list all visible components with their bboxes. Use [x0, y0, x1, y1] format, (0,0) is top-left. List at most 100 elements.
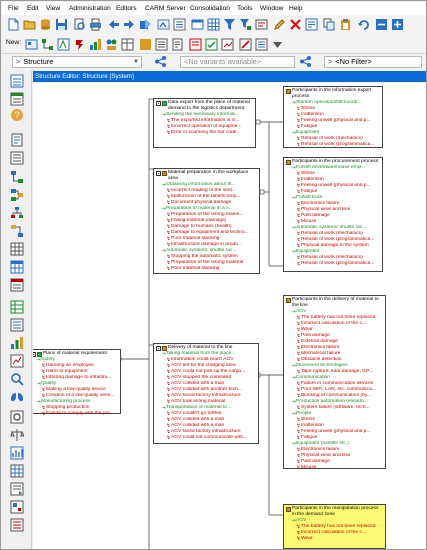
node-data-export[interactable]: Data export from the place of material d…	[153, 98, 256, 148]
undo-icon[interactable]	[357, 18, 370, 31]
menu-administration[interactable]: Administration	[69, 2, 111, 15]
sidebar-overview-icon[interactable]	[10, 500, 24, 514]
structure-select[interactable]: > Structure ▼	[12, 56, 142, 68]
node-procurement-participants[interactable]: Participants in the procurement process …	[283, 157, 383, 272]
sidebar-list-icon[interactable]	[10, 151, 24, 165]
menu-editors[interactable]: Editors	[116, 2, 137, 15]
sidebar-table-icon[interactable]	[10, 92, 24, 106]
collapse-toggle-icon[interactable]	[156, 170, 161, 176]
database-icon[interactable]	[39, 18, 52, 31]
node-delivery-participants[interactable]: Participants in the delivery of material…	[283, 295, 386, 471]
collapse-toggle-icon[interactable]	[33, 351, 36, 357]
variants-menu-icon[interactable]	[299, 55, 312, 68]
menu-help[interactable]: Help	[289, 2, 303, 15]
sidebar-chart-icon[interactable]	[10, 336, 24, 350]
tree-expand-icon[interactable]	[255, 18, 268, 31]
new-document-icon[interactable]	[7, 18, 20, 31]
window-icon[interactable]	[191, 18, 204, 31]
sidebar-report-icon[interactable]	[10, 278, 24, 292]
new-arrow-down-icon[interactable]	[271, 38, 284, 51]
structure-canvas[interactable]: Place of material requirement ⇥ Safety ↯ Ha…	[33, 83, 426, 549]
back-arrow-icon[interactable]	[107, 18, 120, 31]
collapse-toggle-icon[interactable]	[156, 100, 161, 106]
variants-select[interactable]: <No variants available>	[180, 56, 295, 68]
sidebar-flow-icon[interactable]	[10, 224, 24, 238]
grid-icon[interactable]	[207, 18, 220, 31]
new-action-icon[interactable]	[205, 38, 218, 51]
effect-row[interactable]: ↯ Error in scanning the bar code...	[154, 130, 255, 136]
effect-row[interactable]: ↯ AGV could not communicate with...	[154, 435, 258, 441]
new-table-icon[interactable]	[121, 38, 134, 51]
sidebar-hierarchy-icon[interactable]	[10, 206, 24, 220]
sidebar-lungs-icon[interactable]	[10, 390, 24, 404]
node-info-export-participants[interactable]: Participants in the information export p…	[283, 86, 383, 148]
new-document-element-icon[interactable]	[171, 38, 184, 51]
new-structure-element-icon[interactable]	[25, 38, 38, 51]
delete-icon[interactable]	[289, 18, 302, 31]
menu-file[interactable]: File	[8, 2, 19, 15]
export-icon[interactable]	[157, 18, 170, 31]
menu-consolidation[interactable]: Consolidation	[190, 2, 230, 15]
print-preview-icon[interactable]	[73, 18, 86, 31]
sidebar-balance-icon[interactable]	[10, 428, 24, 442]
menu-view[interactable]: View	[46, 2, 60, 15]
forward-arrow-icon[interactable]	[123, 18, 136, 31]
effect-row[interactable]: ↯ Poor material stacking	[154, 266, 259, 272]
collapse-icon[interactable]	[375, 18, 388, 31]
new-hierarchy-icon[interactable]	[41, 38, 54, 51]
sidebar-document-icon[interactable]	[10, 133, 24, 147]
new-block-icon[interactable]	[139, 38, 152, 51]
effect-row[interactable]: ↯ Wear	[284, 536, 385, 542]
filter-select[interactable]: > <No Filter>	[324, 56, 422, 68]
menu-window[interactable]: Window	[260, 2, 283, 15]
sidebar-final-icon[interactable]	[10, 518, 24, 532]
sidebar-form-icon[interactable]	[10, 318, 24, 332]
new-link-icon[interactable]	[239, 38, 252, 51]
list-view-icon[interactable]	[173, 18, 186, 31]
filter-icon[interactable]	[223, 18, 236, 31]
new-failure-icon[interactable]	[73, 38, 86, 51]
effect-row[interactable]: ↯ Failure to comply with the pre...	[33, 411, 120, 417]
import-icon[interactable]	[139, 18, 152, 31]
node-material-preparation[interactable]: Material preparation in the workplace ar…	[153, 168, 260, 274]
sidebar-export-icon[interactable]	[10, 482, 24, 496]
sidebar-statistics-icon[interactable]	[10, 446, 24, 460]
edit-pencil-icon[interactable]	[273, 18, 286, 31]
sidebar-matrix-icon[interactable]	[10, 260, 24, 274]
sidebar-grid-view-icon[interactable]	[10, 464, 24, 478]
filter-edit-icon[interactable]	[239, 18, 252, 31]
sidebar-structure-icon[interactable]	[10, 74, 24, 88]
collapse-toggle-icon[interactable]	[156, 345, 161, 351]
new-function-icon[interactable]	[57, 38, 70, 51]
new-red-form-icon[interactable]	[189, 38, 202, 51]
menu-tools[interactable]: Tools	[237, 2, 252, 15]
new-list-icon[interactable]	[155, 38, 168, 51]
menu-edit[interactable]: Edit	[27, 2, 38, 15]
expand-icon[interactable]	[391, 18, 404, 31]
node-manipulation-participants[interactable]: Participants in the manipulation process…	[283, 504, 386, 549]
node-delivery-of-material[interactable]: Delivery of material to the line ⇥ Taking…	[153, 343, 259, 444]
share-structure-icon[interactable]	[154, 55, 167, 68]
sidebar-spreadsheet-icon[interactable]	[10, 300, 24, 314]
sidebar-tree-icon[interactable]	[10, 170, 24, 184]
sidebar-help-icon[interactable]: ?	[10, 108, 24, 122]
effect-row[interactable]: ↯ Misuse	[284, 465, 385, 471]
new-characteristic-icon[interactable]	[221, 38, 234, 51]
effect-row[interactable]: ↯ Refusal of work (programmatica...	[284, 261, 382, 267]
new-note-icon[interactable]	[255, 38, 268, 51]
menu-carm-server[interactable]: CARM Server	[145, 2, 186, 15]
save-icon[interactable]	[55, 18, 68, 31]
effect-row[interactable]: ↯ Refusal of work (programmatica...	[284, 142, 382, 148]
sidebar-network-icon[interactable]	[10, 188, 24, 202]
paste-icon[interactable]	[339, 18, 352, 31]
sidebar-grid-icon[interactable]	[10, 242, 24, 256]
new-chart-icon[interactable]	[89, 38, 102, 51]
sidebar-settings-icon[interactable]	[10, 410, 24, 424]
sidebar-search-icon[interactable]	[10, 372, 24, 386]
sidebar-analysis-icon[interactable]	[10, 354, 24, 368]
copy-icon[interactable]	[323, 18, 336, 31]
properties-icon[interactable]	[305, 18, 318, 31]
print-icon[interactable]	[89, 18, 102, 31]
new-group-icon[interactable]	[105, 38, 118, 51]
node-place-of-material-requirement[interactable]: Place of material requirement ⇥ Safety ↯ Ha…	[33, 349, 121, 417]
